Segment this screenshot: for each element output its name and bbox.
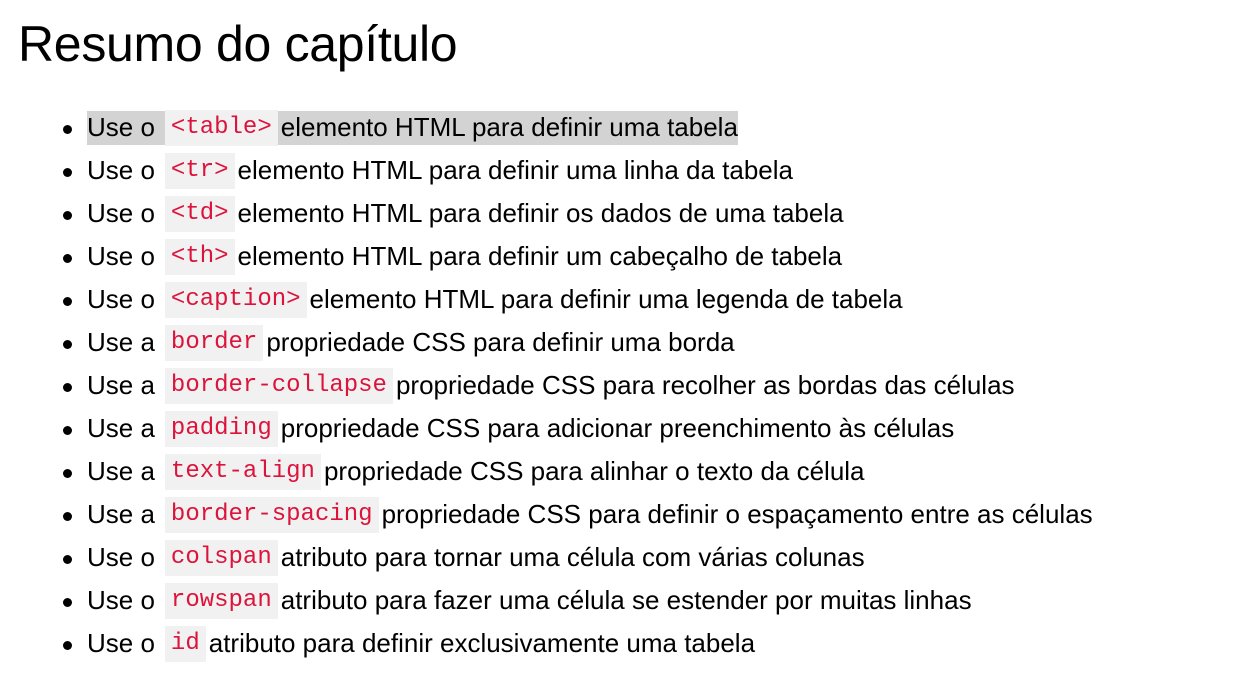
bullet-icon bbox=[63, 640, 72, 650]
list-item: Use a border-spacing propriedade CSS para … bbox=[0, 493, 1093, 536]
list-item-description: propriedade CSS para definir uma borda bbox=[266, 327, 735, 357]
list-item-description: elemento HTML para definir uma linha da … bbox=[237, 155, 793, 185]
code-term: id bbox=[164, 625, 206, 662]
list-item-lead: Use o bbox=[87, 198, 155, 228]
code-term: <caption> bbox=[164, 281, 307, 318]
list-item-lead: Use o bbox=[87, 112, 155, 142]
list-item-description: elemento HTML para definir uma legenda d… bbox=[309, 284, 903, 314]
code-term: <table> bbox=[164, 109, 278, 146]
code-term: colspan bbox=[164, 539, 278, 576]
code-term: border-collapse bbox=[164, 367, 393, 404]
code-term: <th> bbox=[164, 238, 235, 275]
list-item-description: atributo para tornar uma célula com vári… bbox=[280, 542, 865, 572]
list-item-lead: Use a bbox=[87, 456, 155, 486]
list-item-content[interactable]: Use o <tr> elemento HTML para definir uma … bbox=[87, 152, 793, 189]
list-item: Use o rowspan atributo para fazer uma célu… bbox=[0, 579, 1093, 622]
list-item: Use a padding propriedade CSS para adicion… bbox=[0, 407, 1093, 450]
list-item-content[interactable]: Use o <td> elemento HTML para definir os d… bbox=[87, 195, 844, 232]
list-item-content[interactable]: Use o <table> elemento HTML para definir u… bbox=[87, 109, 738, 146]
list-item-lead: Use a bbox=[87, 370, 155, 400]
bullet-icon bbox=[63, 468, 72, 478]
bullet-icon bbox=[63, 425, 72, 435]
bullet-icon bbox=[63, 554, 72, 564]
list-item-lead: Use a bbox=[87, 499, 155, 529]
list-item: Use a text-align propriedade CSS para alin… bbox=[0, 450, 1093, 493]
list-item-description: elemento HTML para definir um cabeçalho … bbox=[237, 241, 843, 271]
bullet-icon bbox=[63, 124, 72, 134]
list-item: Use o <tr> elemento HTML para definir uma … bbox=[0, 149, 1093, 192]
list-item-content[interactable]: Use o colspan atributo para tornar uma cél… bbox=[87, 539, 865, 576]
list-item: Use o id atributo para definir exclusivame… bbox=[0, 622, 1093, 665]
list-item-lead: Use a bbox=[87, 327, 155, 357]
list-item-description: atributo para definir exclusivamente uma… bbox=[208, 628, 756, 658]
list-item: Use o <th> elemento HTML para definir um c… bbox=[0, 235, 1093, 278]
list-item-description: propriedade CSS para definir o espaçamen… bbox=[381, 499, 1093, 529]
list-item: Use a border-collapse propriedade CSS para… bbox=[0, 364, 1093, 407]
list-item-content[interactable]: Use a text-align propriedade CSS para alin… bbox=[87, 453, 865, 490]
list-item-lead: Use o bbox=[87, 284, 155, 314]
bullet-icon bbox=[63, 339, 72, 349]
code-term: <tr> bbox=[164, 152, 235, 189]
list-item-description: elemento HTML para definir os dados de u… bbox=[237, 198, 844, 228]
list-item: Use o <td> elemento HTML para definir os d… bbox=[0, 192, 1093, 235]
list-item-content[interactable]: Use o rowspan atributo para fazer uma célu… bbox=[87, 582, 972, 619]
list-item-description: atributo para fazer uma célula se estend… bbox=[280, 585, 972, 615]
code-term: border bbox=[164, 324, 264, 361]
bullet-icon bbox=[63, 382, 72, 392]
list-item-content[interactable]: Use o <caption> elemento HTML para definir… bbox=[87, 281, 903, 318]
list-item-content[interactable]: Use a padding propriedade CSS para adicion… bbox=[87, 410, 955, 447]
chapter-summary-list: Use o <table> elemento HTML para definir u… bbox=[0, 106, 1093, 665]
list-item-lead: Use o bbox=[87, 155, 155, 185]
list-item-description: elemento HTML para definir uma tabela bbox=[280, 112, 738, 142]
bullet-icon bbox=[63, 511, 72, 521]
list-item-content[interactable]: Use a border propriedade CSS para definir … bbox=[87, 324, 735, 361]
list-item-lead: Use a bbox=[87, 413, 155, 443]
list-item: Use o <caption> elemento HTML para definir… bbox=[0, 278, 1093, 321]
bullet-icon bbox=[63, 167, 72, 177]
list-item-lead: Use o bbox=[87, 628, 155, 658]
code-term: text-align bbox=[164, 453, 321, 490]
list-item-description: propriedade CSS para recolher as bordas … bbox=[395, 370, 1015, 400]
bullet-icon bbox=[63, 210, 72, 220]
list-item-content[interactable]: Use o <th> elemento HTML para definir um c… bbox=[87, 238, 843, 275]
list-item-lead: Use o bbox=[87, 542, 155, 572]
list-item: Use o colspan atributo para tornar uma cél… bbox=[0, 536, 1093, 579]
bullet-icon bbox=[63, 597, 72, 607]
list-item-lead: Use o bbox=[87, 585, 155, 615]
code-term: border-spacing bbox=[164, 496, 379, 533]
list-item-content[interactable]: Use a border-spacing propriedade CSS para … bbox=[87, 496, 1093, 533]
list-item-lead: Use o bbox=[87, 241, 155, 271]
bullet-icon bbox=[63, 253, 72, 263]
list-item-description: propriedade CSS para adicionar preenchim… bbox=[280, 413, 955, 443]
bullet-icon bbox=[63, 296, 72, 306]
code-term: rowspan bbox=[164, 582, 278, 619]
code-term: <td> bbox=[164, 195, 235, 232]
list-item-content[interactable]: Use a border-collapse propriedade CSS para… bbox=[87, 367, 1015, 404]
list-item: Use a border propriedade CSS para definir … bbox=[0, 321, 1093, 364]
list-item-description: propriedade CSS para alinhar o texto da … bbox=[323, 456, 865, 486]
list-item-content[interactable]: Use o id atributo para definir exclusivame… bbox=[87, 625, 756, 662]
code-term: padding bbox=[164, 410, 278, 447]
list-item: Use o <table> elemento HTML para definir u… bbox=[0, 106, 1093, 149]
page-title: Resumo do capítulo bbox=[18, 16, 458, 72]
